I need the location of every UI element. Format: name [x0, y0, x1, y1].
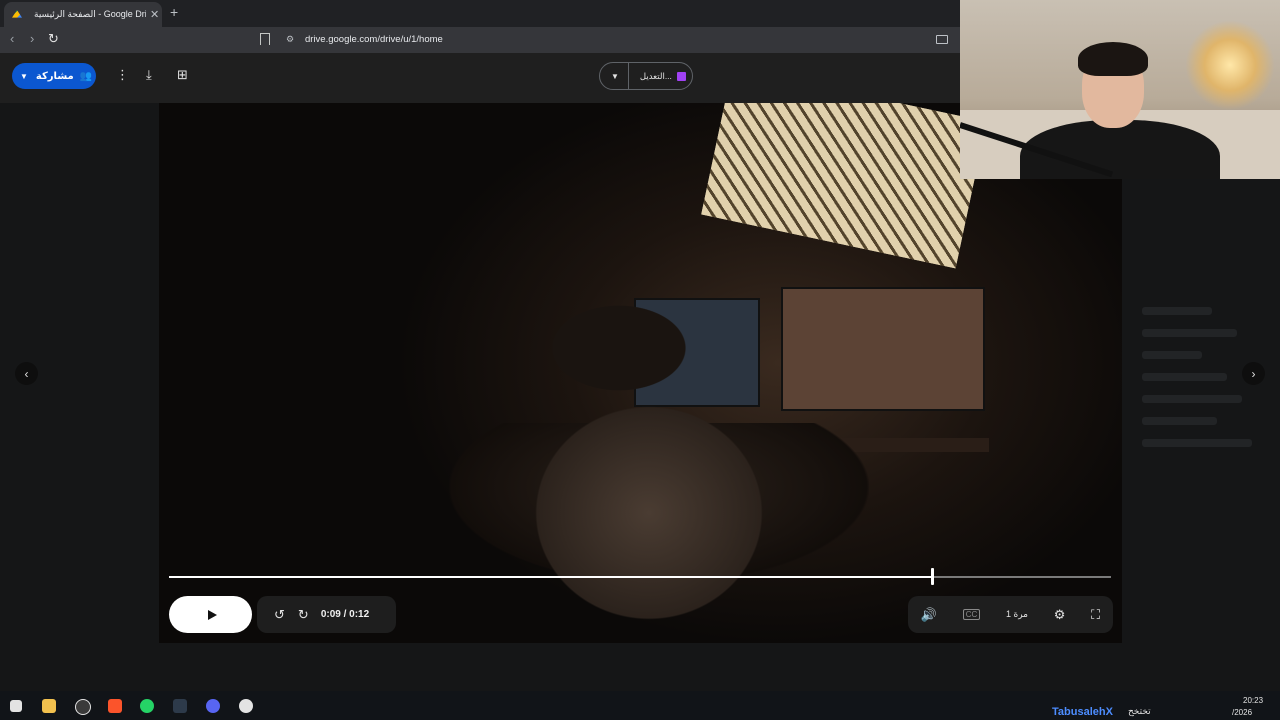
bookmark-icon[interactable] [260, 33, 270, 45]
webcam-background-lights [1185, 20, 1275, 110]
download-icon[interactable]: ⤓ [146, 67, 152, 83]
tray-username: TabusalehX [1052, 706, 1113, 718]
captions-icon[interactable]: CC [962, 609, 981, 620]
brave-browser-icon[interactable] [108, 699, 122, 713]
add-to-drive-icon[interactable]: ⊞ [177, 67, 188, 83]
rewind-10-icon[interactable]: ↺ [274, 607, 285, 623]
previous-file-button[interactable]: ‹ [15, 362, 38, 385]
progress-fill [169, 576, 933, 578]
people-icon: 👥 [79, 70, 93, 82]
play-button[interactable] [169, 596, 252, 633]
time-display: 0:09 / 0:12 [320, 609, 370, 620]
address-bar[interactable]: ⚙ drive.google.com/drive/u/1/home [250, 29, 950, 51]
share-label: مشاركة [35, 70, 74, 82]
edit-label: التعديل... [639, 70, 672, 81]
fullscreen-icon[interactable]: ⛶ [1091, 607, 1100, 623]
webcam-person-body [1020, 120, 1220, 179]
volume-icon[interactable]: 🔊 [921, 607, 937, 623]
next-file-button[interactable]: › [1242, 362, 1265, 385]
video-person [479, 253, 779, 623]
tray-clock-time[interactable]: 20:23 [1243, 696, 1263, 705]
progress-bar[interactable] [169, 568, 1111, 585]
webcam-person-hair [1078, 42, 1148, 76]
share-button[interactable]: ▼ مشاركة 👥 [12, 63, 96, 89]
back-icon[interactable]: ‹ [10, 31, 14, 46]
vids-icon [676, 71, 686, 81]
browser-tab[interactable]: الصفحة الرئيسية - Google Drive ✕ [4, 2, 162, 27]
forward-icon[interactable]: › [30, 31, 34, 46]
edit-dropdown-icon[interactable]: ▼ [611, 72, 619, 81]
more-options-icon[interactable]: ⋮ [116, 67, 129, 83]
play-icon [207, 609, 217, 620]
new-tab-button[interactable]: + [170, 4, 178, 20]
forward-10-icon[interactable]: ↻ [298, 607, 309, 623]
davinci-resolve-icon[interactable] [173, 699, 187, 713]
edit-with-vids-button[interactable]: ▼ التعديل... [599, 62, 693, 90]
player-settings-controls: 🔊 CC 1 مرة ⚙ ⛶ [908, 596, 1113, 633]
tray-arabic-text: تختخح [1128, 706, 1151, 716]
video-monitor-right [781, 287, 985, 411]
video-player[interactable]: ↺ ↻ 0:09 / 0:12 🔊 CC 1 مرة ⚙ ⛶ [159, 103, 1122, 643]
obs-icon[interactable] [239, 699, 253, 713]
reload-icon[interactable]: ↻ [48, 31, 59, 47]
playback-speed-button[interactable]: 1 مرة [1006, 609, 1028, 620]
share-dropdown-icon[interactable]: ▼ [20, 72, 28, 81]
cast-icon[interactable] [936, 35, 948, 44]
settings-icon[interactable]: ⚙ [1054, 607, 1066, 623]
time-controls: ↺ ↻ 0:09 / 0:12 [257, 596, 396, 633]
progress-scrubber[interactable] [931, 568, 935, 585]
site-info-icon[interactable]: ⚙ [286, 34, 294, 45]
url-text[interactable]: drive.google.com/drive/u/1/home [305, 34, 443, 45]
tab-title: الصفحة الرئيسية - Google Drive [34, 9, 146, 19]
steam-icon[interactable] [75, 699, 91, 715]
google-drive-favicon-icon [12, 10, 22, 18]
start-icon[interactable] [10, 700, 22, 712]
tray-clock-date[interactable]: /2026 [1232, 708, 1252, 717]
webcam-overlay [960, 0, 1280, 179]
discord-icon[interactable] [206, 699, 220, 713]
edit-divider [627, 63, 629, 89]
close-tab-icon[interactable]: ✕ [150, 8, 159, 21]
whatsapp-icon[interactable] [140, 699, 154, 713]
file-explorer-icon[interactable] [42, 699, 56, 713]
